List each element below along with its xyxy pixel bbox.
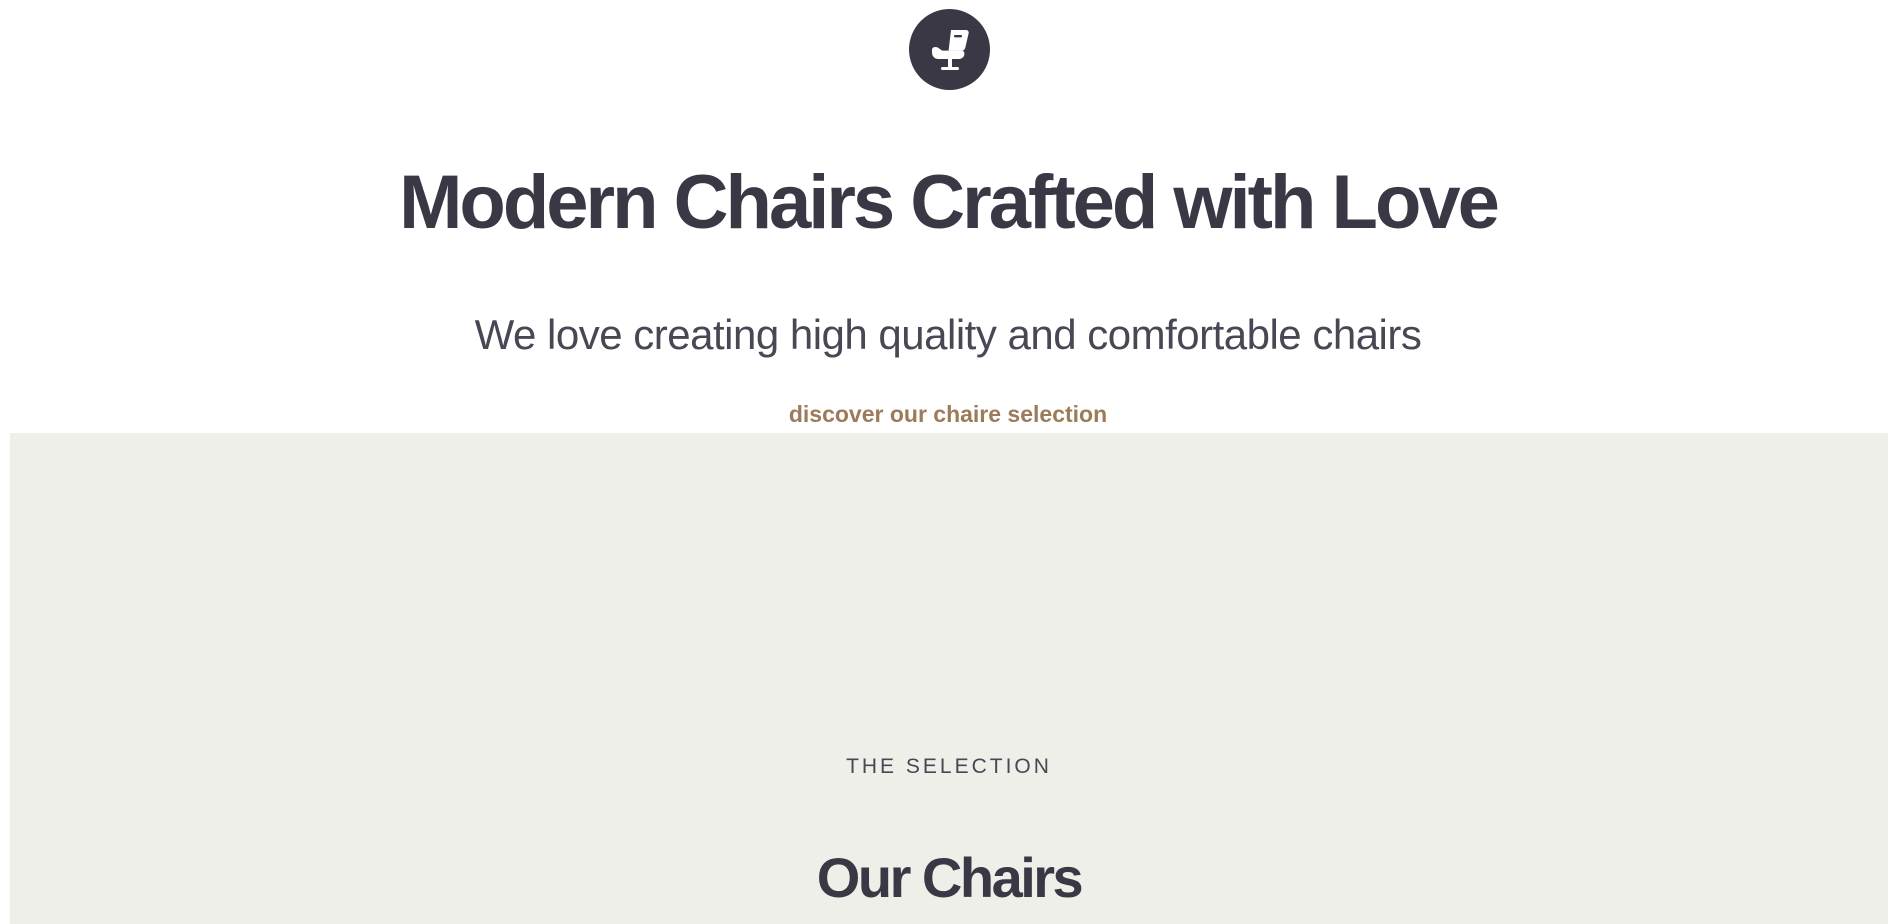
hero-subtitle: We love creating high quality and comfor… <box>474 311 1422 358</box>
discover-selection-link-wrapper: discover our chaire selection <box>0 399 1896 429</box>
logo[interactable] <box>909 9 990 90</box>
section-eyebrow: THE SELECTION <box>846 755 1052 778</box>
section-title: Our Chairs <box>816 846 1084 909</box>
discover-selection-link[interactable]: discover our chaire selection <box>789 401 1107 427</box>
chair-icon <box>931 29 969 70</box>
selection-section: THE SELECTION Our Chairs <box>10 433 1888 924</box>
hero-title: Modern Chairs Crafted with Love <box>399 160 1500 245</box>
